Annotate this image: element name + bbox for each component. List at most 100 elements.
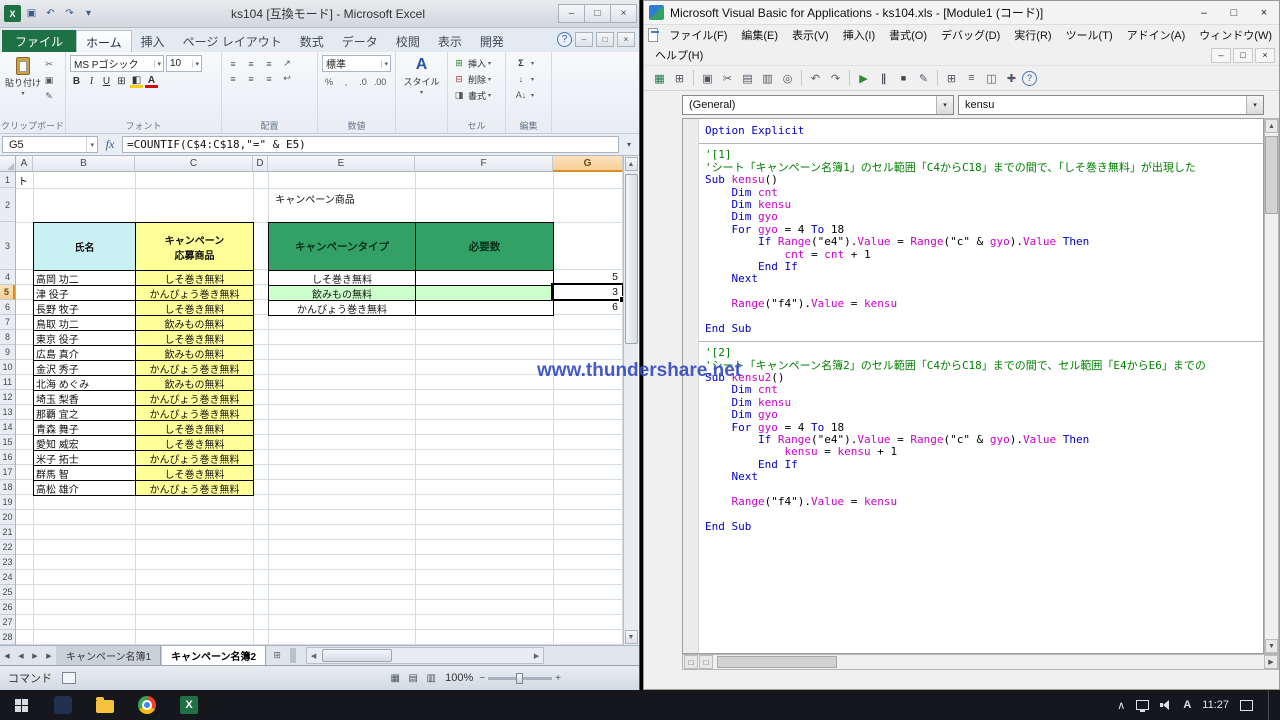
fill-color-icon[interactable]: ◧ — [130, 75, 143, 88]
cell-campaign[interactable]: しそ巻き無料 — [136, 421, 254, 436]
file-tab[interactable]: ファイル — [2, 30, 76, 52]
qat-customize-icon[interactable]: ▾ — [80, 5, 97, 22]
redo-icon[interactable]: ↷ — [826, 69, 845, 88]
code-line[interactable]: Range("f4").Value = kensu — [705, 496, 1263, 508]
paste-dropdown-icon[interactable]: ▾ — [21, 90, 24, 97]
col-header-B[interactable]: B — [33, 156, 135, 172]
bold-button[interactable]: B — [70, 75, 83, 88]
cell-campaign[interactable]: しそ巻き無料 — [136, 436, 254, 451]
taskbar-excel[interactable]: X — [168, 690, 210, 720]
prev-sheet-icon[interactable]: ◀ — [14, 646, 28, 665]
horizontal-scroll-thumb[interactable] — [322, 649, 392, 662]
code-line[interactable]: Dim kensu — [705, 397, 1263, 409]
select-all-corner[interactable] — [0, 156, 16, 172]
ribbon-tab[interactable]: 校閲 — [387, 30, 429, 52]
menu-item[interactable]: アドイン(A) — [1120, 25, 1193, 45]
cell-name[interactable]: 愛知 威宏 — [34, 436, 136, 451]
child-restore-button[interactable]: □ — [1233, 48, 1253, 63]
autosum-button[interactable]: Σ▾ — [510, 55, 547, 71]
network-icon[interactable] — [1136, 700, 1149, 710]
vba-code[interactable]: Option Explicit'[1]'シート「キャンペーン名簿1」のセル範囲「… — [699, 119, 1263, 653]
cell-name[interactable]: 埼玉 梨香 — [34, 391, 136, 406]
vba-maximize-button[interactable]: □ — [1219, 2, 1249, 24]
code-line[interactable]: Sub kensu() — [705, 174, 1263, 186]
row-header-23[interactable]: 23 — [0, 555, 15, 570]
name-box[interactable]: G5▾ — [2, 136, 98, 153]
scroll-down-icon[interactable]: ▼ — [625, 630, 638, 644]
zoom-slider[interactable]: − + — [479, 673, 561, 684]
menu-item[interactable]: ファイル(F) — [662, 25, 734, 45]
minimize-button[interactable]: – — [558, 4, 585, 23]
row-header-11[interactable]: 11 — [0, 375, 15, 390]
zoom-label[interactable]: 100% — [445, 672, 473, 684]
page-layout-view-icon[interactable]: ▤ — [405, 671, 421, 685]
zoom-in-icon[interactable]: + — [555, 673, 561, 684]
cell-name[interactable]: 津 役子 — [34, 286, 136, 301]
cell-campaign[interactable]: かんぴょう巻き無料 — [136, 451, 254, 466]
procedure-view-icon[interactable]: □ — [684, 655, 698, 669]
name-box-dropdown-icon[interactable]: ▾ — [86, 137, 97, 152]
cell-campaign-type[interactable]: かんぴょう巻き無料 — [269, 301, 416, 316]
cell-name[interactable]: 鳥取 功二 — [34, 316, 136, 331]
vba-minimize-button[interactable]: – — [1189, 2, 1219, 24]
object-dropdown-icon[interactable]: ▾ — [936, 96, 953, 114]
properties-icon[interactable]: ≡ — [962, 69, 981, 88]
col-header-C[interactable]: C — [135, 156, 253, 172]
vba-vertical-scroll-thumb[interactable] — [1265, 136, 1278, 214]
cut-icon[interactable]: ✂ — [718, 69, 737, 88]
sheet-title-text[interactable]: キャンペーン商品 — [250, 191, 380, 206]
row-header-4[interactable]: 4 — [0, 270, 15, 285]
help-icon[interactable]: ? — [1022, 71, 1037, 86]
dropdown-icon[interactable]: ▾ — [488, 60, 491, 67]
header-name[interactable]: 氏名 — [34, 223, 136, 271]
next-sheet-icon[interactable]: ▶ — [28, 646, 42, 665]
zoom-out-icon[interactable]: − — [479, 673, 485, 684]
cells-button[interactable]: ⊞挿入▾ — [452, 55, 501, 71]
vba-horizontal-scroll-thumb[interactable] — [717, 656, 837, 668]
row-header-22[interactable]: 22 — [0, 540, 15, 555]
maximize-button[interactable]: □ — [584, 4, 611, 23]
project-explorer-icon[interactable]: ⊞ — [942, 69, 961, 88]
cell-needed[interactable] — [416, 286, 554, 301]
code-line[interactable]: Dim kensu — [705, 199, 1263, 211]
cell-campaign[interactable]: 飲みもの無料 — [136, 346, 254, 361]
cell-count-value[interactable]: 6 — [553, 300, 622, 315]
copy-icon[interactable]: ▣ — [42, 74, 56, 87]
header-campaign[interactable]: キャンペーン 応募商品 — [136, 223, 254, 271]
copy-icon[interactable]: ▤ — [738, 69, 757, 88]
procedure-dropdown-icon[interactable]: ▾ — [1246, 96, 1263, 114]
cell-campaign[interactable]: しそ巻き無料 — [136, 271, 254, 286]
start-button[interactable] — [0, 690, 42, 720]
font-color-icon[interactable]: A — [145, 75, 158, 88]
action-center-icon[interactable] — [1240, 700, 1253, 711]
ribbon-group-styles[interactable]: A スタイル ▾ — [396, 52, 448, 133]
row-header-9[interactable]: 9 — [0, 345, 15, 360]
header-campaign-type[interactable]: キャンペーンタイプ — [269, 223, 416, 271]
ribbon-tab[interactable]: 数式 — [291, 30, 333, 52]
row-header-27[interactable]: 27 — [0, 615, 15, 630]
grid-body[interactable]: 1234567891011121314151617181920212223242… — [0, 172, 623, 645]
zoom-thumb[interactable] — [516, 673, 523, 684]
ribbon-tab[interactable]: ホーム — [76, 30, 132, 52]
align-left-icon[interactable]: ≡ — [226, 72, 240, 85]
percent-icon[interactable]: % — [322, 75, 336, 88]
run-icon[interactable]: ▶ — [854, 69, 873, 88]
dropdown-icon[interactable]: ▾ — [531, 60, 534, 67]
ribbon-tab[interactable]: 挿入 — [132, 30, 174, 52]
scroll-right-icon[interactable]: ▶ — [530, 648, 543, 663]
normal-view-icon[interactable]: ▦ — [387, 671, 403, 685]
cell-needed[interactable] — [416, 301, 554, 316]
undo-icon[interactable]: ↶ — [806, 69, 825, 88]
scroll-left-icon[interactable]: ◀ — [307, 648, 320, 663]
clock[interactable]: 11:27 — [1202, 699, 1229, 711]
save-icon[interactable]: ▣ — [698, 69, 717, 88]
cell-a1-text[interactable]: ト — [18, 173, 28, 188]
page-break-view-icon[interactable]: ▥ — [423, 671, 439, 685]
volume-icon[interactable] — [1160, 699, 1172, 711]
row-header-7[interactable]: 7 — [0, 315, 15, 330]
wrap-text-icon[interactable]: ↩ — [280, 72, 294, 85]
font-name-dropdown-icon[interactable]: ▾ — [154, 60, 163, 68]
row-header-15[interactable]: 15 — [0, 435, 15, 450]
ime-indicator[interactable]: A — [1183, 699, 1191, 711]
break-icon[interactable]: ∥ — [874, 69, 893, 88]
